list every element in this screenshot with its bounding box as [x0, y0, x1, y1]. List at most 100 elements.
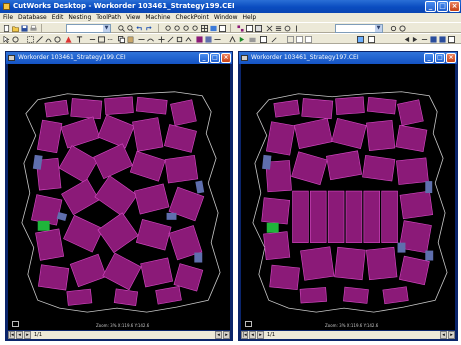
last-page-icon[interactable]: [412, 36, 419, 43]
part[interactable]: [94, 175, 138, 217]
part[interactable]: [397, 99, 424, 126]
part[interactable]: [343, 286, 369, 304]
part[interactable]: [269, 264, 300, 291]
arc-icon[interactable]: [45, 36, 52, 43]
part[interactable]: [265, 121, 296, 156]
part-small[interactable]: [194, 252, 203, 263]
part[interactable]: [69, 253, 107, 288]
table-icon[interactable]: [219, 25, 226, 32]
nest-canvas[interactable]: [8, 64, 230, 330]
part[interactable]: [113, 288, 139, 306]
save-nest-icon[interactable]: [430, 36, 437, 43]
drill-icon[interactable]: [89, 36, 96, 43]
layers-icon[interactable]: [210, 25, 217, 32]
nest-drawing[interactable]: [241, 64, 455, 330]
paste-icon[interactable]: [127, 36, 134, 43]
zoom-in-icon[interactable]: [118, 25, 125, 32]
report-icon[interactable]: [448, 36, 455, 43]
settings-icon[interactable]: [390, 25, 397, 32]
close-button[interactable]: ×: [449, 1, 460, 12]
measure-icon[interactable]: [138, 36, 145, 43]
trim-icon[interactable]: [167, 36, 174, 43]
part[interactable]: [382, 286, 409, 305]
pan-icon[interactable]: [192, 25, 199, 32]
block-icon[interactable]: [368, 36, 375, 43]
question-icon[interactable]: [12, 36, 19, 43]
close-button[interactable]: ×: [221, 53, 231, 63]
part-selected[interactable]: [37, 220, 50, 231]
part[interactable]: [163, 124, 197, 153]
simulate-icon[interactable]: [238, 36, 245, 43]
table-outline-icon[interactable]: [287, 36, 294, 43]
part[interactable]: [399, 190, 434, 220]
part[interactable]: [362, 154, 396, 182]
part[interactable]: [97, 114, 135, 149]
grid-icon[interactable]: [201, 25, 208, 32]
part[interactable]: [97, 212, 139, 254]
next-sheet-button[interactable]: ▸: [24, 331, 31, 339]
part-small[interactable]: [56, 211, 68, 221]
toolpath-icon[interactable]: [229, 36, 236, 43]
part[interactable]: [35, 228, 65, 261]
nest-manual-icon[interactable]: [196, 36, 203, 43]
zoom-all-icon[interactable]: [183, 25, 190, 32]
redo-icon[interactable]: [145, 25, 152, 32]
part[interactable]: [398, 255, 430, 286]
part[interactable]: [363, 190, 381, 243]
part[interactable]: [335, 96, 365, 115]
new-icon[interactable]: [3, 25, 10, 32]
part[interactable]: [70, 98, 103, 120]
part[interactable]: [366, 246, 398, 281]
cut-icon[interactable]: [266, 25, 273, 32]
part[interactable]: [36, 119, 63, 154]
line-icon[interactable]: [36, 36, 43, 43]
part[interactable]: [66, 288, 93, 306]
part[interactable]: [102, 252, 142, 291]
part[interactable]: [300, 246, 335, 281]
menu-window[interactable]: Window: [214, 14, 238, 21]
pen-icon[interactable]: [271, 36, 278, 43]
part[interactable]: [140, 257, 174, 288]
part[interactable]: [326, 150, 363, 181]
marks-icon[interactable]: [421, 36, 428, 43]
color-icon[interactable]: [296, 36, 303, 43]
part[interactable]: [61, 178, 100, 216]
part[interactable]: [310, 190, 327, 243]
next-sheet-button[interactable]: ▸: [257, 331, 264, 339]
scroll-right-button[interactable]: ▸: [448, 331, 455, 339]
part[interactable]: [135, 96, 168, 115]
first-page-icon[interactable]: [403, 36, 410, 43]
minimize-button[interactable]: _: [424, 53, 434, 63]
mirror-icon[interactable]: [293, 25, 300, 32]
part-selected[interactable]: [266, 222, 279, 233]
prev-sheet-button[interactable]: ◂: [249, 331, 256, 339]
join-icon[interactable]: [158, 36, 165, 43]
menu-view[interactable]: View: [126, 14, 140, 21]
pointer-icon[interactable]: [3, 36, 10, 43]
menu-help[interactable]: Help: [243, 14, 257, 21]
fill-icon[interactable]: [305, 36, 312, 43]
compact-icon[interactable]: [214, 36, 221, 43]
part[interactable]: [37, 264, 70, 291]
part[interactable]: [58, 145, 99, 184]
part-small[interactable]: [425, 181, 433, 194]
part[interactable]: [334, 246, 366, 281]
part[interactable]: [263, 231, 291, 261]
part-small[interactable]: [195, 180, 205, 194]
open-icon[interactable]: [12, 25, 19, 32]
maximize-button[interactable]: □: [435, 53, 445, 63]
part[interactable]: [396, 157, 429, 185]
part[interactable]: [129, 150, 166, 182]
menu-edit[interactable]: Edit: [52, 14, 64, 21]
part[interactable]: [301, 98, 334, 120]
menu-nesting[interactable]: Nesting: [68, 14, 91, 21]
part[interactable]: [31, 194, 63, 226]
scroll-right-button[interactable]: ▸: [223, 331, 230, 339]
export-icon[interactable]: [439, 36, 446, 43]
nest-icon[interactable]: [237, 25, 244, 32]
close-button[interactable]: ×: [446, 53, 456, 63]
part[interactable]: [292, 190, 309, 243]
part[interactable]: [294, 117, 333, 149]
select-icon[interactable]: [27, 36, 34, 43]
help-icon[interactable]: [399, 25, 406, 32]
